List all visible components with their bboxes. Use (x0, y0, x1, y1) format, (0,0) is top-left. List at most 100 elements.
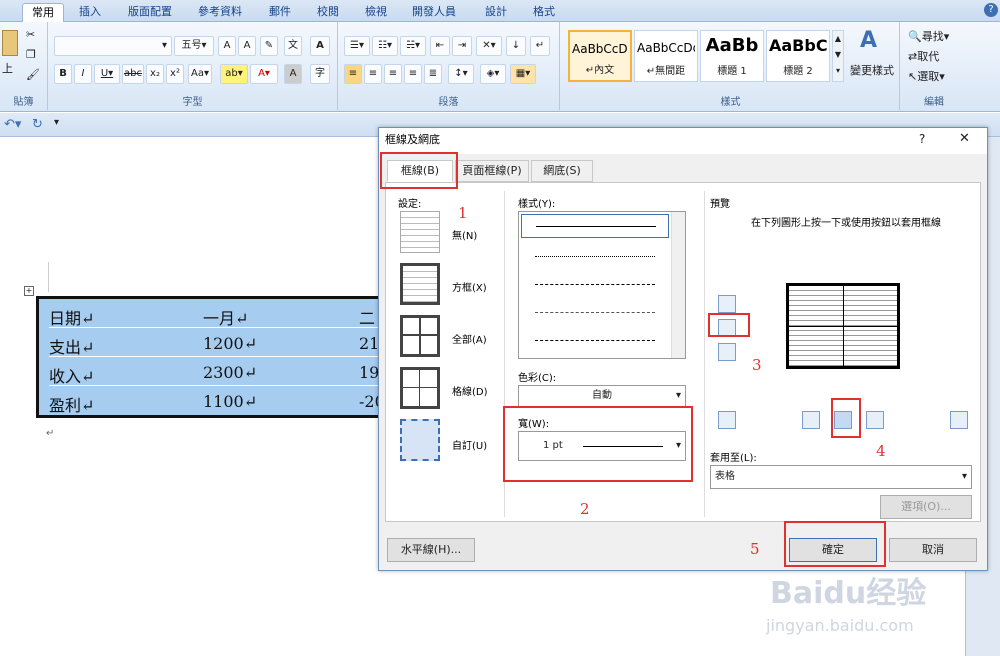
font-color-icon[interactable]: A▾ (250, 64, 278, 84)
style-no-spacing[interactable]: AaBbCcDd ↵無間距 (634, 30, 698, 82)
apply-to-select[interactable]: 表格 ▾ (710, 465, 972, 489)
multilevel-list-icon[interactable]: ☵▾ (400, 36, 426, 56)
phonetic-icon[interactable]: 文 (284, 36, 302, 56)
undo-icon[interactable]: ↶▾ (4, 117, 21, 132)
tab-home[interactable]: 常用 (22, 3, 64, 22)
setting-none-label[interactable]: 無(N) (452, 227, 477, 242)
align-center-icon[interactable]: ≡ (364, 64, 382, 84)
format-painter-icon[interactable]: 🖌 (26, 68, 40, 81)
tab-page-layout[interactable]: 版面配置 (122, 3, 178, 22)
bottom-border-icon[interactable] (718, 343, 736, 361)
underline-icon[interactable]: U▾ (94, 64, 120, 84)
tab-page-borders[interactable]: 頁面框線(P) (455, 160, 529, 182)
setting-box-label[interactable]: 方框(X) (452, 279, 487, 294)
asian-layout-icon[interactable]: ✕▾ (476, 36, 502, 56)
diagonal-up-border-icon[interactable] (718, 411, 736, 429)
table-cell[interactable]: 1100↵ (203, 392, 257, 411)
table-cell[interactable]: 收入↵ (49, 363, 94, 387)
paste-icon[interactable] (2, 30, 18, 56)
clear-format-icon[interactable]: ✎ (260, 36, 278, 56)
char-shading-icon[interactable]: A (284, 64, 302, 84)
table-move-handle-icon[interactable]: + (24, 286, 34, 296)
justify-icon[interactable]: ≡ (404, 64, 422, 84)
tab-shading[interactable]: 網底(S) (531, 160, 593, 182)
show-marks-icon[interactable]: ↵ (530, 36, 550, 56)
cancel-button[interactable]: 取消 (889, 538, 977, 562)
line-style-dotted[interactable] (535, 256, 655, 257)
italic-icon[interactable]: I (74, 64, 92, 84)
line-style-list[interactable] (518, 211, 686, 359)
borders-icon[interactable]: ▦▾ (510, 64, 536, 84)
options-button[interactable]: 選項(O)... (880, 495, 972, 519)
style-heading-1[interactable]: AaBb 標題 1 (700, 30, 764, 82)
decrease-indent-icon[interactable]: ⇤ (430, 36, 450, 56)
tab-references[interactable]: 參考資料 (192, 3, 248, 22)
enclose-char-icon[interactable]: 字 (310, 64, 330, 84)
highlight-icon[interactable]: ab▾ (220, 64, 248, 84)
setting-none-icon[interactable] (400, 211, 440, 253)
style-normal[interactable]: AaBbCcDd ↵內文 (568, 30, 632, 82)
diagonal-down-border-icon[interactable] (950, 411, 968, 429)
tab-format[interactable]: 格式 (526, 3, 562, 22)
left-border-icon[interactable] (802, 411, 820, 429)
horizontal-line-button[interactable]: 水平線(H)... (387, 538, 475, 562)
setting-box-icon[interactable] (400, 263, 440, 305)
align-right-icon[interactable]: ≡ (384, 64, 402, 84)
cut-icon[interactable]: ✂ (26, 28, 35, 41)
setting-custom-label[interactable]: 自訂(U) (452, 437, 487, 452)
font-size-select[interactable]: 五号▾ (174, 36, 214, 56)
sort-icon[interactable]: ↓ (506, 36, 526, 56)
help-icon[interactable]: ? (984, 3, 998, 17)
select-item[interactable]: ↖選取▾ (908, 68, 945, 84)
color-select[interactable]: 自動 ▾ (518, 385, 686, 407)
strikethrough-icon[interactable]: abc (122, 64, 144, 84)
change-styles-icon[interactable]: A (860, 28, 877, 53)
setting-custom-icon[interactable] (400, 419, 440, 461)
dialog-help-button[interactable]: ? (919, 132, 925, 146)
replace-item[interactable]: ⇄取代 (908, 48, 939, 64)
tab-insert[interactable]: 插入 (72, 3, 108, 22)
shrink-font-icon[interactable]: A (238, 36, 256, 56)
table-cell[interactable]: 1200↵ (203, 334, 257, 353)
style-heading-2[interactable]: AaBbC 標題 2 (766, 30, 830, 82)
table-cell[interactable]: 19 (359, 363, 379, 382)
align-left-icon[interactable]: ≡ (344, 64, 362, 84)
change-styles-label[interactable]: 變更樣式 (846, 62, 898, 78)
tab-mailings[interactable]: 郵件 (262, 3, 298, 22)
font-name-select[interactable]: ▾ (54, 36, 172, 56)
subscript-icon[interactable]: x₂ (146, 64, 164, 84)
change-case-icon[interactable]: Aa▾ (188, 64, 212, 84)
grow-font-icon[interactable]: A (218, 36, 236, 56)
increase-indent-icon[interactable]: ⇥ (452, 36, 472, 56)
table-cell[interactable]: 一月↵ (203, 305, 248, 329)
document-table[interactable]: 日期↵ 一月↵ 二 支出↵ 1200↵ 21 收入↵ 2300↵ 19 盈利↵ … (36, 296, 386, 418)
table-cell[interactable]: 2300↵ (203, 363, 257, 382)
distribute-icon[interactable]: ≣ (424, 64, 442, 84)
bullets-icon[interactable]: ☰▾ (344, 36, 370, 56)
line-style-scrollbar[interactable] (671, 212, 685, 358)
redo-icon[interactable]: ↻ (32, 117, 43, 132)
setting-grid-label[interactable]: 格線(D) (452, 383, 488, 398)
line-style-solid-item[interactable] (521, 214, 669, 238)
superscript-icon[interactable]: x² (166, 64, 184, 84)
customize-qat-icon[interactable]: ▾ (54, 117, 59, 128)
line-style-long-dash[interactable] (535, 312, 655, 313)
bold-icon[interactable]: B (54, 64, 72, 84)
tab-developer[interactable]: 開發人員 (406, 3, 462, 22)
copy-icon[interactable]: ❐ (26, 48, 36, 61)
char-border-icon[interactable]: A (310, 36, 330, 56)
tab-design[interactable]: 設計 (478, 3, 514, 22)
line-style-dashed[interactable] (535, 284, 655, 285)
setting-all-label[interactable]: 全部(A) (452, 331, 487, 346)
numbering-icon[interactable]: ☷▾ (372, 36, 398, 56)
line-spacing-icon[interactable]: ↕▾ (448, 64, 474, 84)
table-cell[interactable]: 日期↵ (49, 305, 94, 329)
shading-icon[interactable]: ◈▾ (480, 64, 506, 84)
line-style-dash-dot[interactable] (535, 340, 655, 341)
styles-scroll[interactable]: ▲ ▼ ▾ (832, 30, 844, 82)
setting-all-icon[interactable] (400, 315, 440, 357)
dialog-close-button[interactable]: ✕ (959, 131, 970, 146)
table-cell[interactable]: 21 (359, 334, 379, 353)
border-preview[interactable] (786, 283, 900, 369)
table-cell[interactable]: 支出↵ (49, 334, 94, 358)
